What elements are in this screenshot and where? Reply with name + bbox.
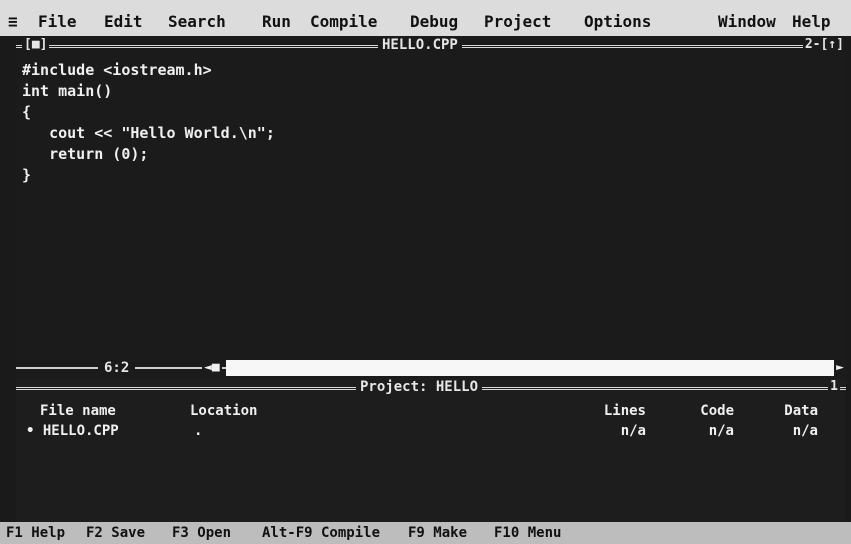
code-line: int main() xyxy=(22,82,113,100)
turbo-cpp-ide: ≡ File Edit Search Run Compile Debug Pro… xyxy=(0,0,851,544)
fkey-make[interactable]: F9 Make xyxy=(408,525,467,541)
fkey-open[interactable]: F3 Open xyxy=(172,525,231,541)
menu-run[interactable]: Run xyxy=(262,12,291,31)
data-cell: n/a xyxy=(792,423,818,439)
project-window-number: 1 xyxy=(828,378,840,396)
code-line: { xyxy=(22,103,32,121)
project-window[interactable]: Project: HELLO 1 File name Location Line… xyxy=(16,378,846,522)
fkey-save[interactable]: F2 Save xyxy=(86,525,145,541)
column-header-lines: Lines xyxy=(603,403,646,419)
editor-title: HELLO.CPP xyxy=(378,36,462,54)
menu-debug[interactable]: Debug xyxy=(410,12,458,31)
scroll-right-icon[interactable]: ► xyxy=(834,359,846,377)
menu-file[interactable]: File xyxy=(38,12,77,31)
cursor-position: 6:2 xyxy=(98,358,136,378)
code-line: #include <iostream.h> xyxy=(22,61,212,79)
menu-help[interactable]: Help xyxy=(792,12,831,31)
code-line: } xyxy=(22,166,32,184)
scroll-left-icon[interactable]: ◄■ xyxy=(202,359,222,377)
menu-options[interactable]: Options xyxy=(584,12,651,31)
code-area[interactable]: #include <iostream.h> int main() { cout … xyxy=(22,60,275,186)
lines-cell: n/a xyxy=(620,423,646,439)
column-header-file-name: File name xyxy=(40,403,116,419)
menu-window[interactable]: Window xyxy=(718,12,776,31)
fkey-help[interactable]: F1 Help xyxy=(6,525,65,541)
project-title: Project: HELLO xyxy=(356,378,483,396)
function-key-bar: F1 Help F2 Save F3 Open Alt-F9 Compile F… xyxy=(0,522,851,544)
fkey-compile[interactable]: Alt-F9 Compile xyxy=(262,525,380,541)
code-line: return (0); xyxy=(22,145,149,163)
system-menu-icon[interactable]: ≡ xyxy=(8,12,18,31)
fkey-menu[interactable]: F10 Menu xyxy=(494,525,561,541)
editor-window[interactable]: [■] HELLO.CPP 2-[↑] #include <iostream.h… xyxy=(16,36,846,378)
close-window-button[interactable]: [■] xyxy=(22,37,50,53)
menu-project[interactable]: Project xyxy=(484,12,551,31)
menu-compile[interactable]: Compile xyxy=(310,12,377,31)
menu-bar: ≡ File Edit Search Run Compile Debug Pro… xyxy=(0,0,851,36)
horizontal-scrollbar[interactable] xyxy=(226,360,838,376)
menu-search[interactable]: Search xyxy=(168,12,226,31)
column-header-code: Code xyxy=(700,403,734,419)
editor-window-number[interactable]: 2-[↑] xyxy=(802,37,846,53)
column-header-location: Location xyxy=(190,403,258,419)
file-name-cell: • HELLO.CPP xyxy=(26,423,119,439)
code-line: cout << "Hello World.\n"; xyxy=(22,124,275,142)
column-header-data: Data xyxy=(784,403,818,419)
menu-edit[interactable]: Edit xyxy=(104,12,143,31)
code-cell: n/a xyxy=(708,423,734,439)
location-cell: . xyxy=(194,423,203,439)
editor-status-line: 6:2 ◄■ ► xyxy=(16,358,846,378)
